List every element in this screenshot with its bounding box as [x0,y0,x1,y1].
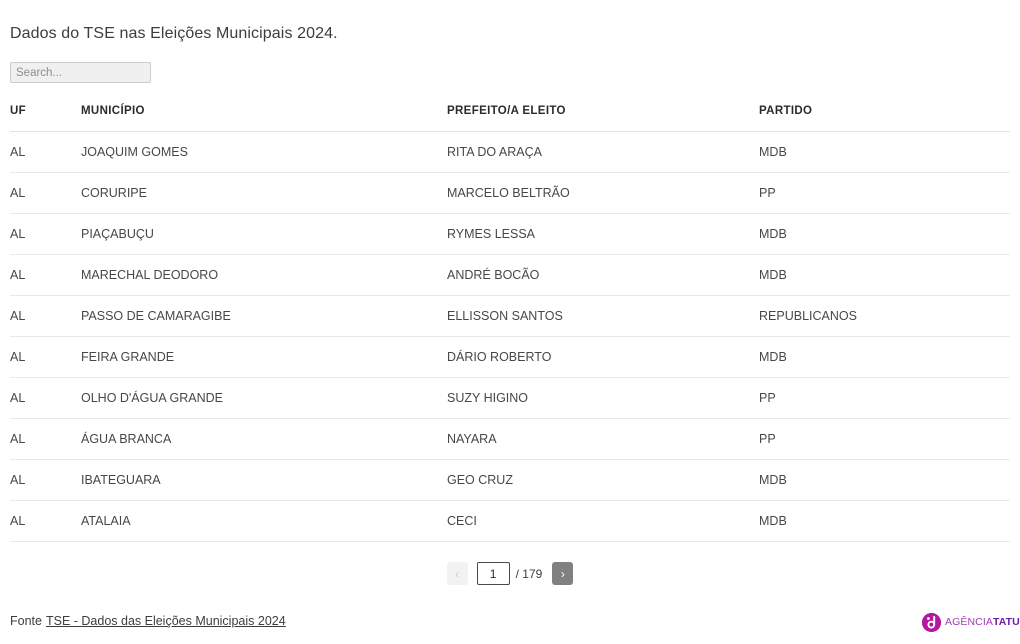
cell-prefeito: GEO CRUZ [447,459,759,501]
cell-municipio: ÁGUA BRANCA [81,418,447,460]
pagination-next-button[interactable]: › [552,562,574,585]
cell-partido: MDB [759,500,1010,542]
table-row: AL FEIRA GRANDE DÁRIO ROBERTO MDB [10,336,1010,378]
cell-municipio: PASSO DE CAMARAGIBE [81,295,447,337]
column-header-uf[interactable]: UF [10,105,81,132]
table-row: AL CORURIPE MARCELO BELTRÃO PP [10,172,1010,214]
page-title: Dados do TSE nas Eleições Municipais 202… [10,25,338,42]
table-row: AL PIAÇABUÇU RYMES LESSA MDB [10,213,1010,255]
agencia-tatu-logo[interactable]: AGÊNCIATATU [922,610,1020,634]
cell-uf: AL [10,295,81,337]
cell-uf: AL [10,213,81,255]
column-header-municipio[interactable]: MUNICÍPIO [81,105,447,132]
results-table: UF MUNICÍPIO PREFEITO/A ELEITO PARTIDO A… [10,105,1010,542]
cell-partido: MDB [759,254,1010,296]
table-body: AL JOAQUIM GOMES RITA DO ARAÇA MDB AL CORURIP… [10,131,1010,542]
app-root: Dados do TSE nas Eleições Municipais 202… [0,0,1020,644]
cell-uf: AL [10,254,81,296]
cell-prefeito: MARCELO BELTRÃO [447,172,759,214]
pagination-prev-button[interactable]: ‹ [446,562,468,585]
cell-prefeito: ELLISSON SANTOS [447,295,759,337]
cell-prefeito: SUZY HIGINO [447,377,759,419]
cell-partido: PP [759,418,1010,460]
cell-prefeito: DÁRIO ROBERTO [447,336,759,378]
pagination: ‹ / 179 › [0,562,1020,585]
cell-partido: PP [759,172,1010,214]
search-container [10,62,151,83]
cell-partido: MDB [759,336,1010,378]
table-row: AL ATALAIA CECI MDB [10,500,1010,542]
cell-uf: AL [10,459,81,501]
cell-partido: PP [759,377,1010,419]
cell-partido: REPUBLICANOS [759,295,1010,337]
cell-uf: AL [10,418,81,460]
table-row: AL IBATEGUARA GEO CRUZ MDB [10,459,1010,501]
logo-text-light: AGÊNCIA [945,615,993,628]
cell-municipio: IBATEGUARA [81,459,447,501]
cell-partido: MDB [759,459,1010,501]
cell-prefeito: RYMES LESSA [447,213,759,255]
table-row: AL ÁGUA BRANCA NAYARA PP [10,418,1010,460]
footer-prefix: Fonte [10,614,42,628]
table-row: AL PASSO DE CAMARAGIBE ELLISSON SANTOS REPU… [10,295,1010,337]
cell-uf: AL [10,172,81,214]
table-header: UF MUNICÍPIO PREFEITO/A ELEITO PARTIDO [10,105,1010,132]
pagination-total-label: / 179 [515,566,543,581]
cell-uf: AL [10,500,81,542]
cell-municipio: PIAÇABUÇU [81,213,447,255]
cell-prefeito: CECI [447,500,759,542]
column-header-partido[interactable]: PARTIDO [759,105,1010,132]
cell-uf: AL [10,131,81,173]
cell-prefeito: RITA DO ARAÇA [447,131,759,173]
cell-municipio: MARECHAL DEODORO [81,254,447,296]
table-row: AL MARECHAL DEODORO ANDRÉ BOCÃO MDB [10,254,1010,296]
agencia-tatu-mark-icon [922,612,941,632]
footer-source-link[interactable]: TSE - Dados das Eleições Municipais 2024 [46,614,286,628]
footer: Fonte TSE - Dados das Eleições Municipai… [10,614,286,628]
logo-text-bold: TATU [992,615,1020,628]
cell-municipio: ATALAIA [81,500,447,542]
cell-prefeito: ANDRÉ BOCÃO [447,254,759,296]
table-row: AL OLHO D'ÁGUA GRANDE SUZY HIGINO PP [10,377,1010,419]
search-input[interactable] [10,62,151,83]
cell-municipio: FEIRA GRANDE [81,336,447,378]
pagination-page-input[interactable] [476,562,510,585]
results-table-container: UF MUNICÍPIO PREFEITO/A ELEITO PARTIDO A… [10,105,1010,542]
cell-partido: MDB [759,213,1010,255]
cell-partido: MDB [759,131,1010,173]
cell-municipio: JOAQUIM GOMES [81,131,447,173]
column-header-prefeito[interactable]: PREFEITO/A ELEITO [447,105,759,132]
cell-municipio: CORURIPE [81,172,447,214]
agencia-tatu-wordmark: AGÊNCIATATU [945,617,1020,628]
table-header-row: UF MUNICÍPIO PREFEITO/A ELEITO PARTIDO [10,105,1010,132]
table-row: AL JOAQUIM GOMES RITA DO ARAÇA MDB [10,131,1010,173]
cell-uf: AL [10,377,81,419]
cell-municipio: OLHO D'ÁGUA GRANDE [81,377,447,419]
cell-prefeito: NAYARA [447,418,759,460]
cell-uf: AL [10,336,81,378]
